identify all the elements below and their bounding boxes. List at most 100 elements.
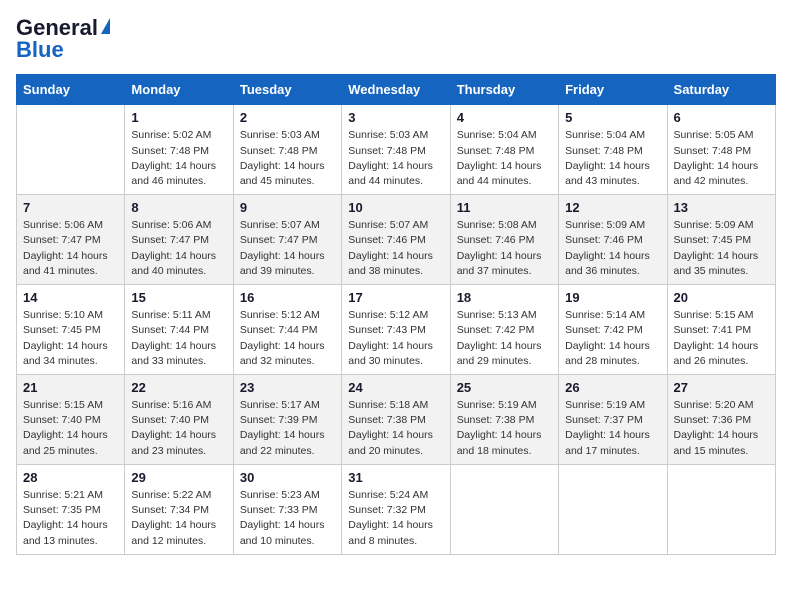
calendar-cell: 16 Sunrise: 5:12 AMSunset: 7:44 PMDayligh… xyxy=(233,285,341,375)
calendar-cell: 24 Sunrise: 5:18 AMSunset: 7:38 PMDayligh… xyxy=(342,375,450,465)
calendar-cell: 28Sunrise: 5:21 AMSunset: 7:35 PMDayligh… xyxy=(17,464,125,554)
day-header-wednesday: Wednesday xyxy=(342,75,450,105)
day-number: 11 xyxy=(457,200,552,215)
day-number: 17 xyxy=(348,290,443,305)
day-number: 15 xyxy=(131,290,226,305)
calendar-cell: 7 Sunrise: 5:06 AMSunset: 7:47 PMDaylight… xyxy=(17,195,125,285)
day-info: Sunrise: 5:11 AMSunset: 7:44 PMDaylight:… xyxy=(131,308,226,369)
day-header-monday: Monday xyxy=(125,75,233,105)
calendar-cell: 2 Sunrise: 5:03 AMSunset: 7:48 PMDaylight… xyxy=(233,105,341,195)
day-info: Sunrise: 5:07 AMSunset: 7:46 PMDaylight:… xyxy=(348,218,443,279)
day-info: Sunrise: 5:13 AMSunset: 7:42 PMDaylight:… xyxy=(457,308,552,369)
day-info: Sunrise: 5:15 AMSunset: 7:41 PMDaylight:… xyxy=(674,308,769,369)
day-info: Sunrise: 5:02 AMSunset: 7:48 PMDaylight:… xyxy=(131,128,226,189)
calendar-cell: 6 Sunrise: 5:05 AMSunset: 7:48 PMDaylight… xyxy=(667,105,775,195)
day-info: Sunrise: 5:04 AMSunset: 7:48 PMDaylight:… xyxy=(457,128,552,189)
day-number: 3 xyxy=(348,110,443,125)
calendar-cell: 31 Sunrise: 5:24 AMSunset: 7:32 PMDayligh… xyxy=(342,464,450,554)
day-info: Sunrise: 5:12 AMSunset: 7:43 PMDaylight:… xyxy=(348,308,443,369)
day-number: 21 xyxy=(23,380,118,395)
day-info: Sunrise: 5:06 AMSunset: 7:47 PMDaylight:… xyxy=(131,218,226,279)
day-header-sunday: Sunday xyxy=(17,75,125,105)
calendar-cell: 3 Sunrise: 5:03 AMSunset: 7:48 PMDaylight… xyxy=(342,105,450,195)
calendar-table: SundayMondayTuesdayWednesdayThursdayFrid… xyxy=(16,74,776,554)
calendar-cell: 21 Sunrise: 5:15 AMSunset: 7:40 PMDayligh… xyxy=(17,375,125,465)
day-number: 24 xyxy=(348,380,443,395)
day-info: Sunrise: 5:19 AMSunset: 7:38 PMDaylight:… xyxy=(457,398,552,459)
day-number: 28 xyxy=(23,470,118,485)
day-info: Sunrise: 5:23 AMSunset: 7:33 PMDaylight:… xyxy=(240,488,335,549)
calendar-cell: 23 Sunrise: 5:17 AMSunset: 7:39 PMDayligh… xyxy=(233,375,341,465)
calendar-body: 1 Sunrise: 5:02 AMSunset: 7:48 PMDaylight… xyxy=(17,105,776,554)
day-number: 31 xyxy=(348,470,443,485)
day-info: Sunrise: 5:07 AMSunset: 7:47 PMDaylight:… xyxy=(240,218,335,279)
day-header-thursday: Thursday xyxy=(450,75,558,105)
calendar-cell: 26 Sunrise: 5:19 AMSunset: 7:37 PMDayligh… xyxy=(559,375,667,465)
day-info: Sunrise: 5:09 AMSunset: 7:46 PMDaylight:… xyxy=(565,218,660,279)
day-number: 30 xyxy=(240,470,335,485)
day-info: Sunrise: 5:03 AMSunset: 7:48 PMDaylight:… xyxy=(348,128,443,189)
day-number: 10 xyxy=(348,200,443,215)
day-number: 2 xyxy=(240,110,335,125)
calendar-cell: 25 Sunrise: 5:19 AMSunset: 7:38 PMDayligh… xyxy=(450,375,558,465)
calendar-cell: 9 Sunrise: 5:07 AMSunset: 7:47 PMDaylight… xyxy=(233,195,341,285)
day-number: 1 xyxy=(131,110,226,125)
day-number: 13 xyxy=(674,200,769,215)
calendar-cell: 14Sunrise: 5:10 AMSunset: 7:45 PMDayligh… xyxy=(17,285,125,375)
calendar-cell: 12Sunrise: 5:09 AMSunset: 7:46 PMDayligh… xyxy=(559,195,667,285)
calendar-cell: 1 Sunrise: 5:02 AMSunset: 7:48 PMDaylight… xyxy=(125,105,233,195)
day-number: 5 xyxy=(565,110,660,125)
day-info: Sunrise: 5:15 AMSunset: 7:40 PMDaylight:… xyxy=(23,398,118,459)
day-header-saturday: Saturday xyxy=(667,75,775,105)
calendar-cell xyxy=(450,464,558,554)
calendar-cell: 27Sunrise: 5:20 AMSunset: 7:36 PMDayligh… xyxy=(667,375,775,465)
day-number: 6 xyxy=(674,110,769,125)
page-header: General Blue xyxy=(16,16,776,62)
day-number: 7 xyxy=(23,200,118,215)
calendar-cell: 20 Sunrise: 5:15 AMSunset: 7:41 PMDayligh… xyxy=(667,285,775,375)
day-info: Sunrise: 5:22 AMSunset: 7:34 PMDaylight:… xyxy=(131,488,226,549)
day-number: 26 xyxy=(565,380,660,395)
day-number: 19 xyxy=(565,290,660,305)
day-info: Sunrise: 5:04 AMSunset: 7:48 PMDaylight:… xyxy=(565,128,660,189)
day-number: 25 xyxy=(457,380,552,395)
calendar-cell xyxy=(559,464,667,554)
day-number: 18 xyxy=(457,290,552,305)
calendar-cell: 19 Sunrise: 5:14 AMSunset: 7:42 PMDayligh… xyxy=(559,285,667,375)
day-info: Sunrise: 5:14 AMSunset: 7:42 PMDaylight:… xyxy=(565,308,660,369)
day-info: Sunrise: 5:12 AMSunset: 7:44 PMDaylight:… xyxy=(240,308,335,369)
day-info: Sunrise: 5:06 AMSunset: 7:47 PMDaylight:… xyxy=(23,218,118,279)
day-number: 8 xyxy=(131,200,226,215)
day-number: 4 xyxy=(457,110,552,125)
day-info: Sunrise: 5:05 AMSunset: 7:48 PMDaylight:… xyxy=(674,128,769,189)
day-info: Sunrise: 5:18 AMSunset: 7:38 PMDaylight:… xyxy=(348,398,443,459)
calendar-cell: 29 Sunrise: 5:22 AMSunset: 7:34 PMDayligh… xyxy=(125,464,233,554)
calendar-cell: 8 Sunrise: 5:06 AMSunset: 7:47 PMDaylight… xyxy=(125,195,233,285)
calendar-cell: 13 Sunrise: 5:09 AMSunset: 7:45 PMDayligh… xyxy=(667,195,775,285)
day-info: Sunrise: 5:03 AMSunset: 7:48 PMDaylight:… xyxy=(240,128,335,189)
day-info: Sunrise: 5:20 AMSunset: 7:36 PMDaylight:… xyxy=(674,398,769,459)
calendar-cell: 30 Sunrise: 5:23 AMSunset: 7:33 PMDayligh… xyxy=(233,464,341,554)
day-info: Sunrise: 5:24 AMSunset: 7:32 PMDaylight:… xyxy=(348,488,443,549)
calendar-cell: 15 Sunrise: 5:11 AMSunset: 7:44 PMDayligh… xyxy=(125,285,233,375)
logo: General Blue xyxy=(16,16,110,62)
day-number: 29 xyxy=(131,470,226,485)
day-info: Sunrise: 5:17 AMSunset: 7:39 PMDaylight:… xyxy=(240,398,335,459)
logo-text-blue: Blue xyxy=(16,38,64,62)
day-number: 20 xyxy=(674,290,769,305)
calendar-cell: 11 Sunrise: 5:08 AMSunset: 7:46 PMDayligh… xyxy=(450,195,558,285)
day-header-tuesday: Tuesday xyxy=(233,75,341,105)
day-info: Sunrise: 5:16 AMSunset: 7:40 PMDaylight:… xyxy=(131,398,226,459)
day-number: 22 xyxy=(131,380,226,395)
calendar-cell: 17 Sunrise: 5:12 AMSunset: 7:43 PMDayligh… xyxy=(342,285,450,375)
calendar-cell: 4 Sunrise: 5:04 AMSunset: 7:48 PMDaylight… xyxy=(450,105,558,195)
day-info: Sunrise: 5:10 AMSunset: 7:45 PMDaylight:… xyxy=(23,308,118,369)
day-number: 9 xyxy=(240,200,335,215)
day-info: Sunrise: 5:08 AMSunset: 7:46 PMDaylight:… xyxy=(457,218,552,279)
calendar-cell: 22 Sunrise: 5:16 AMSunset: 7:40 PMDayligh… xyxy=(125,375,233,465)
day-info: Sunrise: 5:19 AMSunset: 7:37 PMDaylight:… xyxy=(565,398,660,459)
day-number: 23 xyxy=(240,380,335,395)
day-info: Sunrise: 5:09 AMSunset: 7:45 PMDaylight:… xyxy=(674,218,769,279)
day-number: 16 xyxy=(240,290,335,305)
day-header-friday: Friday xyxy=(559,75,667,105)
